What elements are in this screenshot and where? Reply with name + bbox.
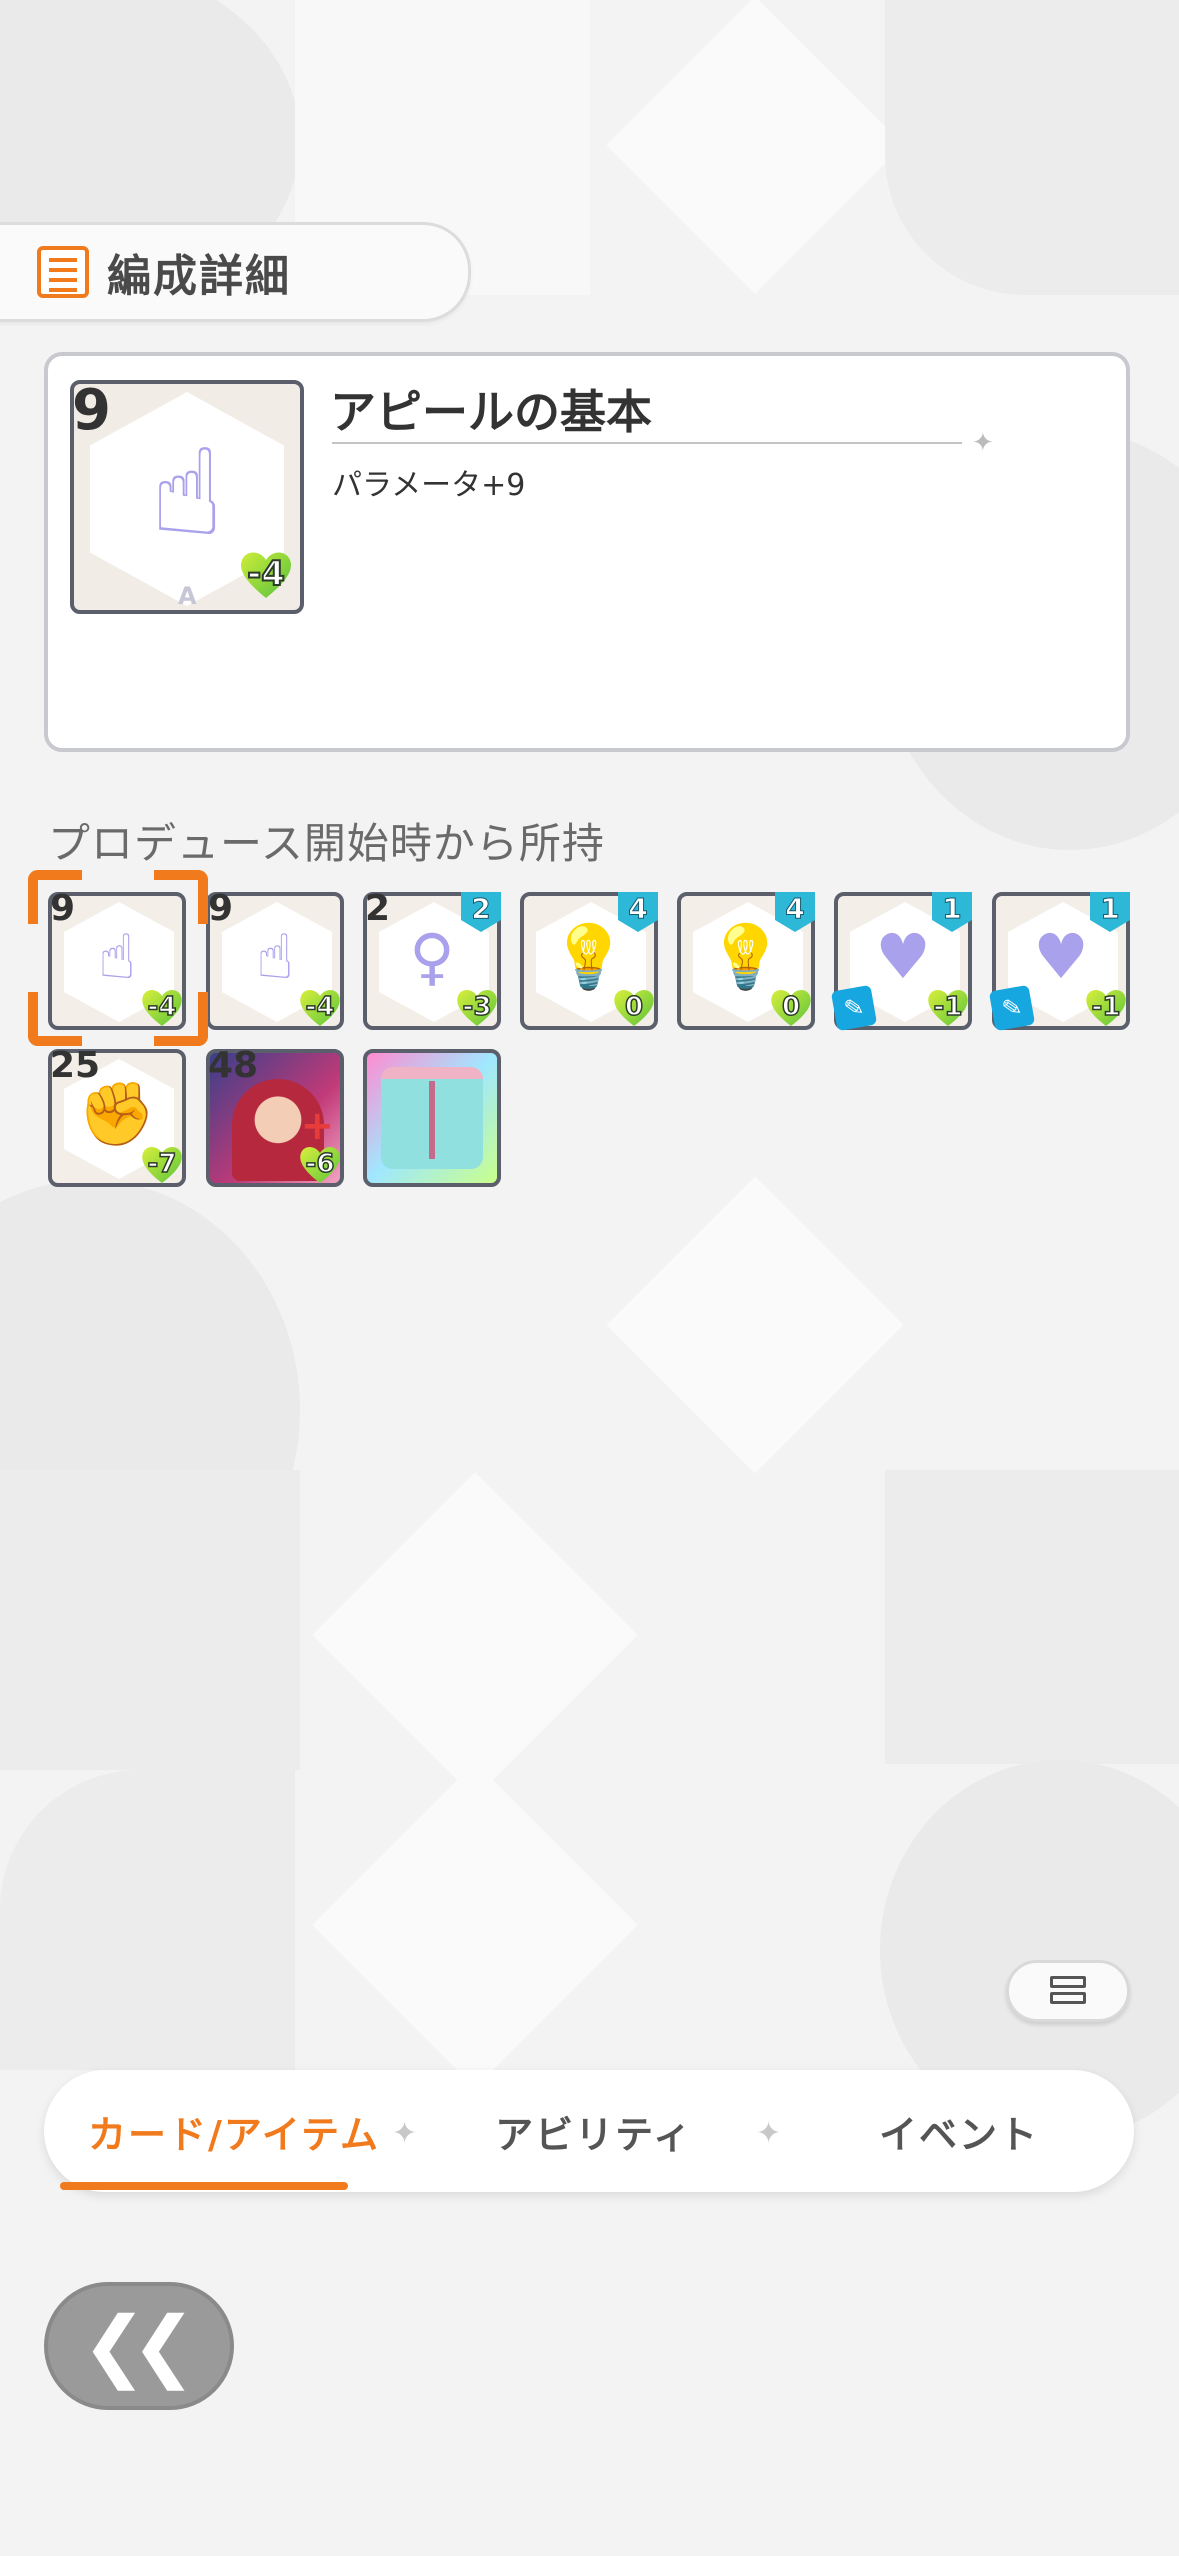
layout-toggle-button[interactable] bbox=[1006, 1960, 1130, 2022]
owned-item-card[interactable] bbox=[363, 1049, 501, 1187]
owned-item-card[interactable]: ☝ 9 -4 bbox=[206, 888, 344, 1030]
level-value: 1 bbox=[942, 892, 963, 926]
item-number: 48 bbox=[208, 1045, 259, 1086]
item-cost: 0 bbox=[624, 991, 644, 1023]
item-number: 2 bbox=[365, 888, 391, 929]
card-skill-icon: 💡 bbox=[707, 920, 785, 993]
owned-item-card[interactable]: 💡 4 0 bbox=[677, 892, 815, 1030]
item-cost: -1 bbox=[933, 991, 963, 1023]
card-skill-icon: 💡 bbox=[550, 920, 628, 993]
owned-item-card[interactable]: ♀ 2 2 -3 bbox=[363, 888, 501, 1030]
cost-heart-icon: -4 bbox=[298, 986, 342, 1028]
card-cost: -4 bbox=[246, 553, 286, 595]
page-title: 編成詳細 bbox=[107, 251, 291, 302]
item-cost: -6 bbox=[305, 1148, 335, 1180]
section-label: プロデュース開始時から所持 bbox=[48, 819, 605, 868]
card-detail-panel: ☝ 9 A -4 アピールの基本 ✦ パラメータ+9 bbox=[44, 352, 1130, 752]
level-value: 1 bbox=[1100, 892, 1121, 926]
cost-heart-icon: -4 bbox=[238, 548, 294, 600]
active-tab-indicator bbox=[60, 2182, 348, 2190]
effect-tag-icon: ✎ bbox=[830, 984, 878, 1032]
formation-details-header: 編成詳細 bbox=[0, 222, 471, 322]
sparkle-icon: ✦ bbox=[756, 2116, 782, 2151]
effect-tag-icon: ✎ bbox=[988, 984, 1036, 1032]
item-cost: 0 bbox=[781, 991, 801, 1023]
card-skill-icon: ♥ bbox=[875, 920, 931, 993]
selected-card-thumbnail: ☝ 9 A -4 bbox=[70, 380, 304, 614]
item-cost: -4 bbox=[305, 991, 335, 1023]
cost-heart-icon: -6 bbox=[298, 1143, 342, 1185]
tab-cards-items[interactable]: カード/アイテム bbox=[64, 2070, 404, 2192]
owned-item-card[interactable]: 💡 4 0 bbox=[520, 892, 658, 1030]
cost-heart-icon: 0 bbox=[769, 986, 813, 1028]
back-button[interactable]: ❮❮ bbox=[44, 2282, 234, 2410]
card-title: アピールの基本 bbox=[330, 385, 652, 439]
cost-heart-icon: -7 bbox=[140, 1143, 184, 1185]
appeal-hand-icon: ☝ bbox=[150, 424, 224, 563]
owned-item-card[interactable]: +48 -6 bbox=[206, 1045, 344, 1187]
level-value: 4 bbox=[785, 892, 806, 926]
tab-bar: カード/アイテム ✦ アビリティ ✦ イベント bbox=[44, 2070, 1134, 2192]
double-chevron-left-icon: ❮❮ bbox=[81, 2301, 197, 2391]
owned-item-card[interactable]: ♥ 1 ✎ -1 bbox=[830, 892, 972, 1032]
selection-cursor bbox=[28, 870, 208, 1046]
level-value: 4 bbox=[628, 892, 649, 926]
sparkle-icon: ✦ bbox=[392, 2116, 418, 2151]
cost-heart-icon: -1 bbox=[1084, 986, 1128, 1028]
item-cost: -7 bbox=[147, 1148, 177, 1180]
card-skill-icon: ✊ bbox=[78, 1077, 156, 1150]
item-number: 25 bbox=[50, 1045, 101, 1086]
cost-heart-icon: -3 bbox=[455, 986, 499, 1028]
tab-abilities[interactable]: アビリティ bbox=[424, 2070, 764, 2192]
towel-item-icon bbox=[381, 1067, 483, 1169]
level-value: 2 bbox=[471, 892, 492, 926]
owned-item-card[interactable]: ♥ 1 ✎ -1 bbox=[988, 892, 1130, 1032]
tab-events[interactable]: イベント bbox=[789, 2070, 1129, 2192]
card-level: 9 bbox=[72, 380, 111, 443]
item-cost: -1 bbox=[1091, 991, 1121, 1023]
layout-rows-icon bbox=[1050, 1976, 1086, 2006]
card-skill-icon: ♀ bbox=[409, 920, 455, 993]
card-description: パラメータ+9 bbox=[332, 468, 526, 503]
cost-heart-icon: 0 bbox=[612, 986, 656, 1028]
item-cost: -3 bbox=[462, 991, 492, 1023]
card-skill-icon: ♥ bbox=[1033, 920, 1089, 993]
card-skill-icon: ☝ bbox=[256, 920, 294, 993]
title-divider bbox=[332, 442, 962, 444]
card-grade: A bbox=[178, 582, 197, 610]
item-number: 9 bbox=[208, 888, 234, 929]
cost-heart-icon: -1 bbox=[926, 986, 970, 1028]
list-icon bbox=[37, 246, 89, 298]
sparkle-icon: ✦ bbox=[972, 428, 994, 458]
owned-item-card[interactable]: ✊ 25 -7 bbox=[48, 1045, 186, 1187]
